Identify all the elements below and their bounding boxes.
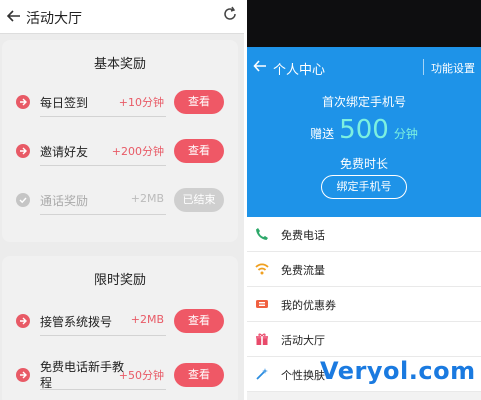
bonus-prefix: 赠送 [310, 127, 335, 141]
page-title: 个人中心 [273, 63, 326, 78]
arrow-right-icon [16, 95, 30, 109]
menu-item-label: 免费流量 [281, 264, 325, 277]
wand-icon [256, 368, 268, 380]
profile-header: 个人中心 功能设置 首次绑定手机号 赠送 500 分钟 免费时长 绑定手机号 [247, 47, 481, 217]
basic-rewards-card: 基本奖励 每日签到 +10分钟 查看 邀请好友 +200分钟 查看 通话奖励 +… [2, 40, 238, 242]
bonus-unit: 分钟 [393, 127, 418, 141]
divider [40, 116, 166, 117]
page-title: 活动大厅 [26, 11, 82, 27]
view-button[interactable]: 查看 [174, 309, 224, 333]
bind-phone-button[interactable]: 绑定手机号 [321, 175, 407, 199]
arrow-right-icon [16, 314, 30, 328]
arrow-right-icon [16, 144, 30, 158]
divider [40, 335, 166, 336]
reward-amount: +10分钟 [118, 96, 164, 109]
reward-amount: +200分钟 [111, 145, 164, 158]
reward-name: 每日签到 [40, 96, 89, 110]
divider [40, 214, 166, 215]
view-button[interactable]: 查看 [174, 139, 224, 163]
refresh-icon[interactable] [222, 6, 238, 22]
promo-bonus: 赠送 500 分钟 [247, 115, 481, 145]
limited-rewards-card: 限时奖励 接管系统拨号 +2MB 查看 免费电话新手教程 +50分钟 查看 [2, 256, 238, 400]
menu-item-free-calls[interactable]: 免费电话 [247, 217, 481, 252]
reward-name: 通话奖励 [40, 194, 89, 208]
gift-icon [256, 333, 268, 345]
reward-amount: +50分钟 [118, 369, 164, 382]
divider [40, 165, 166, 166]
card-title: 基本奖励 [93, 57, 146, 72]
menu-item-label: 我的优惠券 [281, 299, 336, 312]
bonus-number: 500 [339, 115, 389, 145]
divider [423, 59, 424, 75]
menu-item-label: 免费电话 [281, 229, 325, 242]
top-bar: 活动大厅 [0, 0, 244, 34]
reward-amount: +2MB [130, 192, 164, 205]
reward-name: 接管系统拨号 [40, 315, 113, 329]
view-button[interactable]: 查看 [174, 90, 224, 114]
menu-item-coupons[interactable]: 我的优惠券 [247, 287, 481, 322]
arrow-right-icon [16, 368, 30, 382]
menu-item-label: 个性换肤 [281, 369, 325, 382]
phone-icon [256, 228, 268, 240]
reward-amount: +2MB [130, 313, 164, 326]
back-arrow-icon[interactable] [6, 8, 22, 24]
menu-item-label: 活动大厅 [281, 334, 325, 347]
ticket-icon [256, 300, 268, 308]
list-item: 接管系统拨号 +2MB 查看 [16, 306, 226, 336]
activity-hall-screen: 活动大厅 基本奖励 每日签到 +10分钟 查看 邀请好友 +200分钟 查看 通… [0, 0, 244, 400]
check-icon [16, 193, 30, 207]
promo-headline: 首次绑定手机号 [321, 95, 406, 109]
personal-center-screen: 个人中心 功能设置 首次绑定手机号 赠送 500 分钟 免费时长 绑定手机号 免… [247, 0, 481, 400]
list-item: 通话奖励 +2MB 已结束 [16, 185, 226, 215]
menu-item-activity-hall[interactable]: 活动大厅 [247, 322, 481, 357]
status-bar [247, 0, 481, 47]
list-item: 每日签到 +10分钟 查看 [16, 87, 226, 117]
reward-name: 免费电话新手教程 [40, 360, 125, 390]
watermark-text: Veryol.com [320, 357, 476, 385]
ended-button: 已结束 [174, 188, 224, 212]
settings-link[interactable]: 功能设置 [431, 60, 475, 76]
divider [40, 389, 166, 390]
wifi-icon [255, 263, 269, 275]
reward-name: 邀请好友 [40, 145, 89, 159]
list-item: 邀请好友 +200分钟 查看 [16, 136, 226, 166]
view-button[interactable]: 查看 [174, 363, 224, 387]
back-arrow-icon[interactable] [253, 59, 267, 73]
list-item: 免费电话新手教程 +50分钟 查看 [16, 360, 226, 390]
menu-item-free-data[interactable]: 免费流量 [247, 252, 481, 287]
card-title: 限时奖励 [93, 273, 146, 288]
promo-subtitle: 免费时长 [339, 157, 388, 171]
